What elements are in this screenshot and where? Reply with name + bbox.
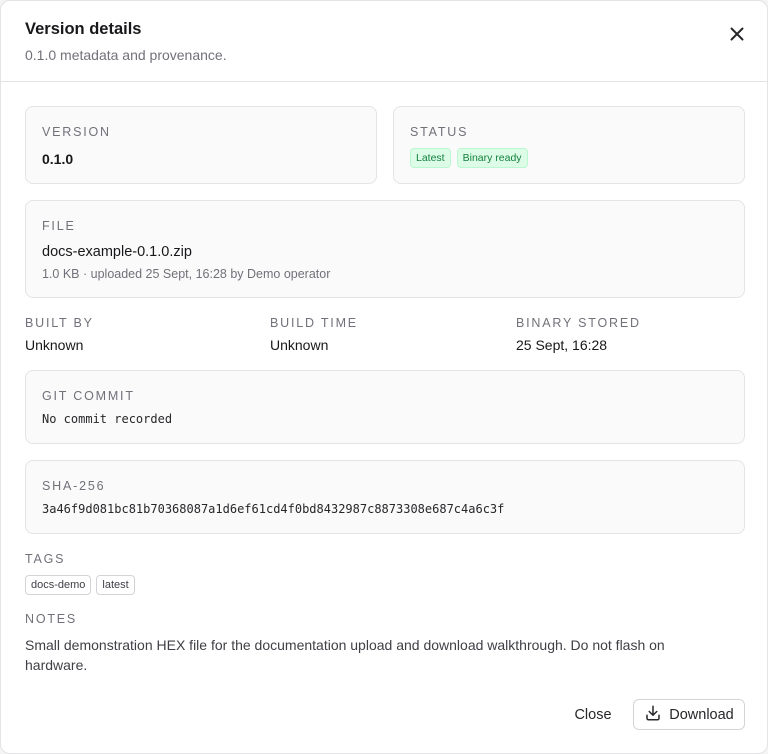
- close-button[interactable]: Close: [563, 701, 623, 729]
- dialog-header: Version details 0.1.0 metadata and prove…: [1, 1, 767, 82]
- version-label: VERSION: [42, 125, 111, 139]
- tag-latest: latest: [96, 575, 135, 595]
- status-badge-binary-ready: Binary ready: [456, 148, 528, 168]
- close-button-label: Close: [574, 707, 612, 723]
- sha256-label: SHA-256: [42, 479, 106, 493]
- version-details-dialog: Version details 0.1.0 metadata and prove…: [0, 0, 768, 754]
- build-time-value: Unknown: [270, 337, 329, 353]
- close-icon[interactable]: [725, 22, 749, 46]
- notes-text: Small demonstration HEX file for the doc…: [25, 637, 665, 673]
- built-by-value: Unknown: [25, 337, 84, 353]
- notes-label: NOTES: [25, 612, 78, 626]
- git-commit-card: GIT COMMIT No commit recorded: [25, 370, 745, 444]
- sha256-value: 3a46f9d081bc81b70368087a1d6ef61cd4f0bd84…: [42, 502, 505, 516]
- tags-label: TAGS: [25, 552, 66, 566]
- file-name: docs-example-0.1.0.zip: [42, 244, 192, 260]
- status-label: STATUS: [410, 125, 469, 139]
- dialog-subtitle: 0.1.0 metadata and provenance.: [25, 47, 227, 63]
- git-commit-value: No commit recorded: [42, 412, 173, 426]
- dialog-title: Version details: [25, 20, 142, 38]
- binary-stored-label: BINARY STORED: [516, 316, 641, 330]
- git-commit-label: GIT COMMIT: [42, 389, 135, 403]
- binary-stored-value: 25 Sept, 16:28: [516, 337, 608, 353]
- status-card: STATUS Latest Binary ready: [393, 106, 745, 184]
- built-by-label: BUILT BY: [25, 316, 94, 330]
- tag-docs-demo: docs-demo: [25, 575, 92, 595]
- file-meta: 1.0 KB · uploaded 25 Sept, 16:28 by Demo…: [42, 267, 331, 281]
- download-button[interactable]: Download: [633, 699, 745, 730]
- version-card: VERSION 0.1.0: [25, 106, 377, 184]
- file-label: FILE: [42, 219, 76, 233]
- download-icon: [644, 704, 662, 726]
- build-time-label: BUILD TIME: [270, 316, 358, 330]
- status-badges: Latest Binary ready: [410, 148, 534, 168]
- version-value: 0.1.0: [42, 151, 74, 167]
- download-button-label: Download: [669, 706, 734, 723]
- status-badge-latest: Latest: [410, 148, 451, 168]
- file-card: FILE docs-example-0.1.0.zip 1.0 KB · upl…: [25, 200, 745, 298]
- sha256-card: SHA-256 3a46f9d081bc81b70368087a1d6ef61c…: [25, 460, 745, 534]
- tag-list: docs-demo latest: [25, 575, 140, 595]
